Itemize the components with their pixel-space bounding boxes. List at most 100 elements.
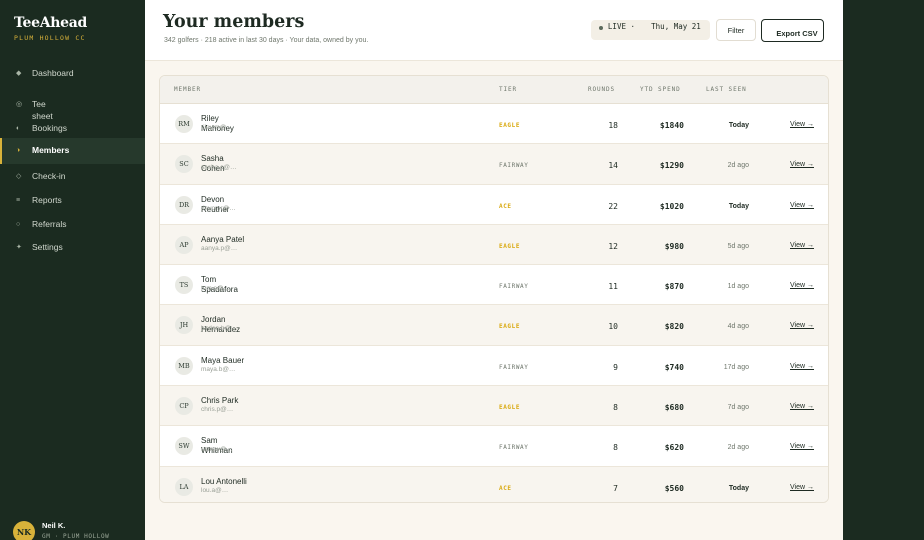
circle-icon: ◎ bbox=[16, 101, 23, 108]
column-header-ytd-spend: YTD SPEND bbox=[640, 86, 681, 93]
member-avatar: DR bbox=[175, 195, 193, 214]
sidebar-item-members[interactable]: ◑ Members bbox=[0, 138, 145, 164]
members-table: MEMBER TIER ROUNDS YTD SPEND LAST SEEN R… bbox=[159, 75, 829, 503]
member-avatar: MB bbox=[175, 356, 193, 375]
main-content: Your members 342 golfers · 218 active in… bbox=[145, 0, 843, 540]
rounds-value: 10 bbox=[608, 322, 618, 332]
member-name: Lou Antonelli bbox=[201, 476, 247, 486]
table-row: SC Sasha Cohen sasha.c@… FAIRWAY 14 $1290 2d a… bbox=[160, 144, 828, 185]
diamond-outline-icon: ◇ bbox=[16, 173, 22, 180]
table-row: JH Jordan Hernandez jordan.h@… EAGLE 10 $820 4… bbox=[160, 305, 828, 346]
rounds-value: 14 bbox=[608, 161, 618, 171]
rounds-value: 8 bbox=[613, 443, 618, 453]
member-email: tom.s@… bbox=[201, 285, 230, 293]
last-seen-value: 7d ago bbox=[727, 404, 749, 412]
view-member-link[interactable]: View → bbox=[790, 121, 814, 128]
view-member-link[interactable]: View → bbox=[790, 202, 814, 209]
brand: TeeAhead PLUM HOLLOW CC bbox=[14, 15, 87, 42]
table-row: TS Tom Spadafora tom.s@… FAIRWAY 11 $870 1d ag… bbox=[160, 265, 828, 306]
last-seen-value: 1d ago bbox=[727, 283, 749, 291]
tier-badge: EAGLE bbox=[499, 323, 521, 331]
table-body: RM Riley Mahoney riley.m@… EAGLE 18 $1840 Toda… bbox=[160, 104, 828, 502]
member-email: sasha.c@… bbox=[201, 164, 237, 172]
tier-badge: FAIRWAY bbox=[499, 283, 529, 291]
ytd-spend-value: $740 bbox=[664, 362, 684, 372]
bars-icon: ≡ bbox=[16, 197, 21, 204]
last-seen-value: 17d ago bbox=[723, 363, 749, 371]
sidebar-item-settings[interactable]: ✦ Settings bbox=[0, 240, 145, 254]
right-margin-panel bbox=[843, 0, 924, 540]
tier-badge: ACE bbox=[499, 202, 512, 210]
rounds-value: 9 bbox=[613, 362, 618, 372]
ytd-spend-value: $620 bbox=[664, 443, 684, 453]
member-name: Maya Bauer bbox=[201, 355, 245, 365]
tier-badge: ACE bbox=[499, 484, 512, 492]
member-avatar: TS bbox=[175, 276, 193, 295]
sidebar-item-bookings[interactable]: ◐ Bookings bbox=[0, 121, 145, 135]
view-member-link[interactable]: View → bbox=[790, 443, 814, 450]
sidebar-item-label: Dashboard bbox=[32, 68, 74, 78]
page-title: Your members bbox=[163, 12, 305, 32]
member-email: maya.b@… bbox=[201, 365, 236, 373]
last-seen-value: 5d ago bbox=[727, 242, 749, 250]
sidebar-item-label: Tee sheet bbox=[32, 99, 53, 121]
sidebar-item-label: Check-in bbox=[32, 171, 66, 181]
rounds-value: 11 bbox=[608, 282, 618, 292]
member-avatar: LA bbox=[175, 477, 193, 496]
last-seen-value: 4d ago bbox=[727, 323, 749, 331]
member-avatar: SW bbox=[175, 437, 193, 456]
brand-club-name: PLUM HOLLOW CC bbox=[14, 34, 86, 42]
member-email: chris.p@… bbox=[201, 406, 234, 414]
member-name: Aanya Patel bbox=[201, 234, 245, 244]
column-header-rounds: ROUNDS bbox=[588, 86, 616, 93]
member-avatar: SC bbox=[175, 155, 193, 174]
user-profile[interactable]: NK Neil K. GM · PLUM HOLLOW bbox=[13, 521, 109, 540]
last-seen-value: Today bbox=[728, 202, 749, 210]
view-member-link[interactable]: View → bbox=[790, 161, 814, 168]
tier-badge: FAIRWAY bbox=[499, 363, 529, 371]
table-row: SW Sam Whitman sam.w@… FAIRWAY 8 $620 2d ago Vi… bbox=[160, 426, 828, 467]
sidebar-item-check-in[interactable]: ◇ Check-in bbox=[0, 169, 145, 183]
ytd-spend-value: $980 bbox=[664, 241, 684, 251]
live-label: LIVE · bbox=[607, 22, 636, 31]
ytd-spend-value: $560 bbox=[664, 483, 684, 493]
brand-name: TeeAhead bbox=[14, 15, 88, 31]
rounds-value: 12 bbox=[608, 241, 618, 251]
page-header: Your members 342 golfers · 218 active in… bbox=[145, 0, 843, 61]
star-icon: ✦ bbox=[16, 244, 22, 251]
sidebar-item-tee-sheet[interactable]: ◎ Tee sheet bbox=[0, 97, 145, 122]
sidebar-item-dashboard[interactable]: ◆ Dashboard bbox=[0, 66, 145, 80]
user-role: GM · PLUM HOLLOW bbox=[42, 533, 110, 540]
member-email: lou.a@… bbox=[201, 486, 229, 494]
user-avatar: NK bbox=[13, 521, 35, 540]
sidebar-item-label: Bookings bbox=[32, 123, 67, 133]
user-name: Neil K. bbox=[42, 521, 66, 530]
last-seen-value: Today bbox=[728, 122, 749, 129]
live-dot-icon bbox=[599, 26, 603, 30]
filter-button[interactable]: Filter bbox=[716, 19, 756, 41]
member-avatar: CP bbox=[175, 397, 193, 416]
view-member-link[interactable]: View → bbox=[790, 282, 814, 289]
member-email: devon.r@… bbox=[201, 204, 236, 212]
table-row: LA Lou Antonelli lou.a@… ACE 7 $560 Today View … bbox=[160, 466, 828, 502]
sidebar-item-label: Members bbox=[32, 145, 70, 155]
last-seen-value: 2d ago bbox=[727, 444, 749, 452]
table-row: DR Devon Reuther devon.r@… ACE 22 $1020 Today V… bbox=[160, 184, 828, 225]
view-member-link[interactable]: View → bbox=[790, 322, 814, 329]
view-member-link[interactable]: View → bbox=[790, 242, 814, 249]
page-subtitle: 342 golfers · 218 active in last 30 days… bbox=[164, 37, 369, 44]
ytd-spend-value: $1840 bbox=[659, 121, 684, 130]
live-date: Thu, May 21 bbox=[651, 22, 701, 31]
rounds-value: 18 bbox=[608, 121, 618, 130]
sidebar-item-reports[interactable]: ≡ Reports bbox=[0, 193, 145, 207]
member-avatar: AP bbox=[175, 235, 193, 254]
sidebar: TeeAhead PLUM HOLLOW CC ◆ Dashboard ◎ Tee s… bbox=[0, 0, 145, 540]
view-member-link[interactable]: View → bbox=[790, 363, 814, 370]
tier-badge: EAGLE bbox=[499, 404, 521, 412]
view-member-link[interactable]: View → bbox=[790, 403, 814, 410]
sidebar-item-referrals[interactable]: ○ Referrals bbox=[0, 217, 145, 231]
diamond-icon: ◆ bbox=[16, 70, 22, 77]
ytd-spend-value: $1290 bbox=[659, 161, 684, 171]
view-member-link[interactable]: View → bbox=[790, 484, 814, 491]
export-csv-button[interactable]: Export CSV bbox=[761, 19, 824, 42]
